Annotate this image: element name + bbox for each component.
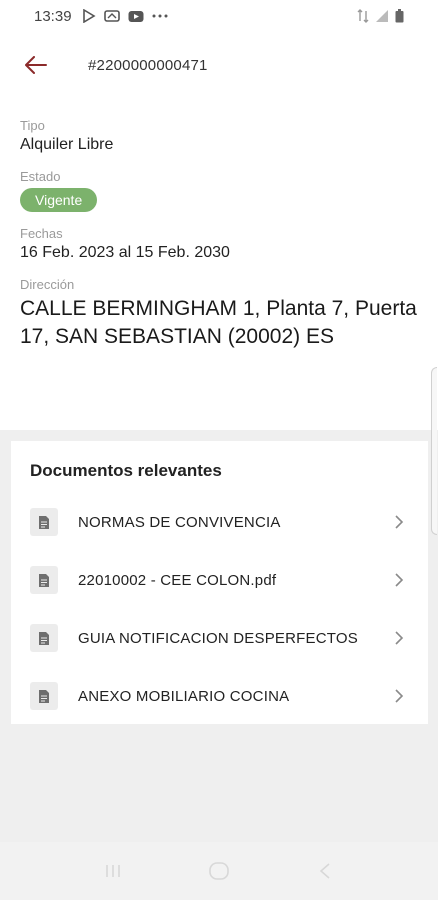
document-icon <box>30 508 58 536</box>
field-tipo: Tipo Alquiler Libre <box>20 118 418 155</box>
document-icon <box>30 624 58 652</box>
document-label: NORMAS DE CONVIVENCIA <box>78 513 281 531</box>
field-direccion: Dirección CALLE BERMINGHAM 1, Planta 7, … <box>20 277 418 351</box>
direccion-label: Dirección <box>20 277 75 292</box>
play-store-icon <box>82 9 96 23</box>
status-bar: 13:39 <box>0 0 438 32</box>
status-time: 13:39 <box>34 7 72 25</box>
back-icon <box>319 863 330 879</box>
document-icon <box>30 682 58 710</box>
cast-icon <box>103 10 120 22</box>
tipo-value: Alquiler Libre <box>20 136 114 153</box>
document-item[interactable]: GUIA NOTIFICACION DESPERFECTOS <box>30 609 409 667</box>
fechas-value: 16 Feb. 2023 al 15 Feb. 2030 <box>20 244 230 261</box>
document-label: 22010002 - CEE COLON.pdf <box>78 571 277 589</box>
chevron-right-icon <box>395 631 404 645</box>
recent-apps-icon <box>106 865 120 877</box>
more-dots-icon <box>152 14 168 18</box>
recent-apps-button[interactable] <box>93 851 133 891</box>
chevron-right-icon <box>395 689 404 703</box>
home-button[interactable] <box>199 851 239 891</box>
chevron-right-icon <box>395 515 404 529</box>
document-label: GUIA NOTIFICACION DESPERFECTOS <box>78 629 358 647</box>
field-estado: Estado Vigente <box>20 169 418 212</box>
tipo-label: Tipo <box>20 118 45 133</box>
home-icon <box>209 862 229 880</box>
documents-title: Documentos relevantes <box>30 461 222 480</box>
status-badge: Vigente <box>20 188 98 212</box>
document-item[interactable]: NORMAS DE CONVIVENCIA <box>30 493 409 551</box>
app-bar: #2200000000471 <box>0 32 438 98</box>
document-item[interactable]: 22010002 - CEE COLON.pdf <box>30 551 409 609</box>
documents-card: Documentos relevantes NORMAS DE CONVIVEN… <box>11 441 428 724</box>
arrow-left-icon <box>25 56 47 74</box>
page-title: #2200000000471 <box>88 56 208 74</box>
document-item[interactable]: ANEXO MOBILIARIO COCINA <box>30 667 409 725</box>
battery-icon <box>395 9 404 23</box>
data-arrows-icon <box>357 9 369 23</box>
youtube-icon <box>128 10 144 22</box>
system-nav-bar <box>0 842 438 900</box>
chevron-right-icon <box>395 573 404 587</box>
signal-icon <box>376 10 388 22</box>
field-fechas: Fechas 16 Feb. 2023 al 15 Feb. 2030 <box>20 226 418 263</box>
contract-details: Tipo Alquiler Libre Estado Vigente Fecha… <box>0 98 438 430</box>
scroll-handle[interactable] <box>431 367 437 535</box>
direccion-value: CALLE BERMINGHAM 1, Planta 7, Puerta 17,… <box>20 297 417 348</box>
system-back-button[interactable] <box>305 851 345 891</box>
document-label: ANEXO MOBILIARIO COCINA <box>78 687 290 705</box>
fechas-label: Fechas <box>20 226 63 241</box>
back-button[interactable] <box>16 45 56 85</box>
estado-label: Estado <box>20 169 61 184</box>
document-icon <box>30 566 58 594</box>
